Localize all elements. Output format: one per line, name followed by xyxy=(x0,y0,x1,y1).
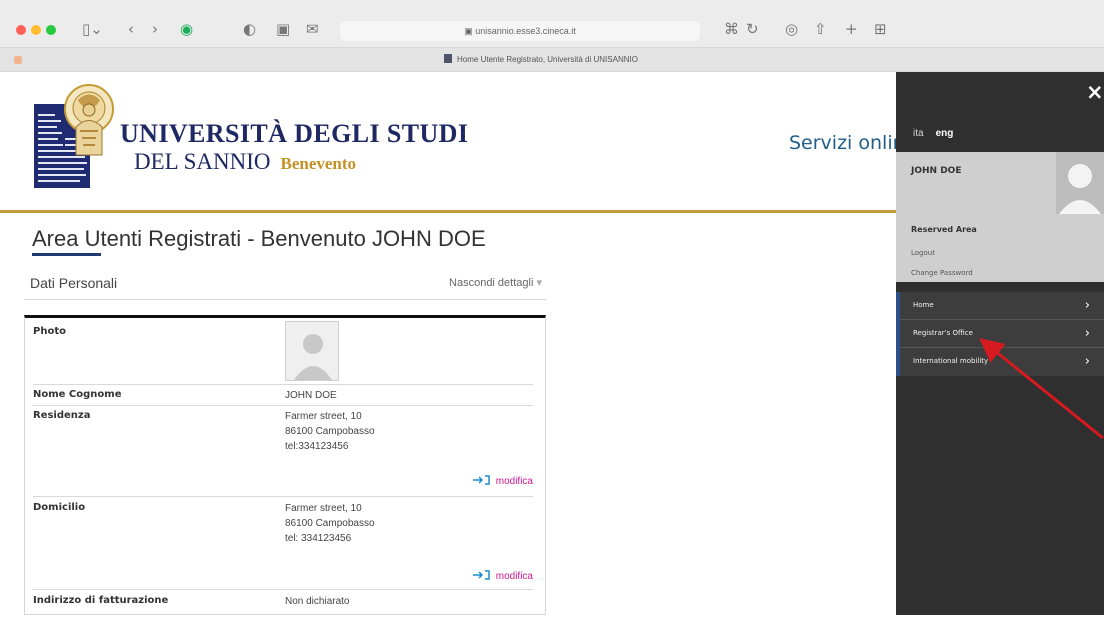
row-label: Residenza xyxy=(33,410,91,421)
logout-link[interactable]: Logout xyxy=(911,249,935,257)
tab-title: Home Utente Registrato, Università di UN… xyxy=(457,55,638,64)
shield-icon[interactable]: ◐ xyxy=(243,20,256,38)
maximize-window-button[interactable] xyxy=(46,25,56,35)
lock-icon: ▣ xyxy=(464,26,476,36)
university-name-line1: UNIVERSITÀ DEGLI STUDI xyxy=(120,119,469,148)
sidebar-icon[interactable]: ▯⌄ xyxy=(82,20,103,38)
row-value: Farmer street, 10 86100 Campobasso tel:3… xyxy=(285,411,375,452)
language-ita[interactable]: ita xyxy=(913,128,924,139)
browser-window-chrome: ▯⌄ ‹ › ◉ ◐ ▣ ✉ ▣ unisannio.esse3.cineca.… xyxy=(0,0,1104,72)
share-icon[interactable]: ⇧ xyxy=(814,20,827,38)
minimize-window-button[interactable] xyxy=(31,25,41,35)
site-favicon-icon xyxy=(444,54,452,63)
user-name: JOHN DOE xyxy=(911,166,962,176)
table-row-domicile: Domicilio Farmer street, 10 86100 Campob… xyxy=(33,497,533,590)
browser-toolbar: ▯⌄ ‹ › ◉ ◐ ▣ ✉ ▣ unisannio.esse3.cineca.… xyxy=(0,8,1104,42)
row-label: Photo xyxy=(33,326,66,337)
tab-bar: Home Utente Registrato, Università di UN… xyxy=(0,47,1104,71)
row-label: Indirizzo di fatturazione xyxy=(33,595,169,606)
back-icon[interactable]: ‹ xyxy=(128,20,134,38)
table-row-billing-address: Indirizzo di fatturazione Non dichiarato xyxy=(33,590,533,618)
personal-data-title: Dati Personali xyxy=(30,275,118,291)
address-bar[interactable]: ▣ unisannio.esse3.cineca.it xyxy=(340,21,700,41)
personal-data-panel: Photo Nome Cognome JOHN DOE Residenza Fa… xyxy=(24,315,546,615)
edit-domicile-link[interactable]: modifica xyxy=(472,570,533,582)
edit-arrow-icon xyxy=(472,570,490,580)
user-avatar xyxy=(1056,152,1104,214)
university-name-line2: DEL SANNIO Benevento xyxy=(134,149,357,174)
edit-residence-link[interactable]: modifica xyxy=(472,475,533,487)
user-avatar-icon xyxy=(294,334,332,380)
table-row-residence: Residenza Farmer street, 10 86100 Campob… xyxy=(33,406,533,497)
chevron-right-icon: › xyxy=(1084,298,1090,313)
url-text: unisannio.esse3.cineca.it xyxy=(475,26,576,36)
language-eng[interactable]: eng xyxy=(936,128,954,139)
mail-icon[interactable]: ✉ xyxy=(306,20,319,38)
hide-details-toggle[interactable]: Nascondi dettagli ▾ xyxy=(449,276,542,289)
university-seal-icon xyxy=(34,84,114,188)
university-city: Benevento xyxy=(280,154,357,173)
active-tab[interactable]: Home Utente Registrato, Università di UN… xyxy=(444,54,638,64)
reserved-area-link[interactable]: Reserved Area xyxy=(911,225,977,234)
forward-icon[interactable]: › xyxy=(152,20,158,38)
row-label: Nome Cognome xyxy=(33,389,122,400)
new-tab-icon[interactable]: + xyxy=(845,20,858,38)
close-window-button[interactable] xyxy=(16,25,26,35)
table-row-photo: Photo xyxy=(33,318,533,385)
edit-arrow-icon xyxy=(472,475,490,485)
page-title-underline xyxy=(32,253,101,256)
extension-icon[interactable] xyxy=(14,56,22,64)
print-icon[interactable]: ▣ xyxy=(276,20,290,38)
translate-icon[interactable]: ⌘ xyxy=(724,20,739,38)
user-info-panel: JOHN DOE Reserved Area Logout Change Pas… xyxy=(896,152,1104,282)
row-value: JOHN DOE xyxy=(285,390,337,401)
page-title: Area Utenti Registrati - Benvenuto JOHN … xyxy=(32,226,486,251)
chevron-down-icon: ▾ xyxy=(536,277,542,289)
language-switcher: ita eng xyxy=(913,128,953,139)
table-row-name: Nome Cognome JOHN DOE xyxy=(33,385,533,406)
online-services-link[interactable]: Servizi onlin xyxy=(789,132,905,154)
personal-data-header: Dati Personali Nascondi dettagli ▾ xyxy=(24,265,546,300)
row-value: Farmer street, 10 86100 Campobasso tel: … xyxy=(285,503,375,544)
change-password-link[interactable]: Change Password xyxy=(911,269,973,277)
menu-item-home[interactable]: Home › xyxy=(900,292,1104,320)
close-menu-button[interactable]: × xyxy=(1086,80,1104,104)
tabs-overview-icon[interactable]: ⊞ xyxy=(874,20,887,38)
reload-icon[interactable]: ↻ xyxy=(746,20,759,38)
grammarly-icon[interactable]: ◉ xyxy=(180,20,193,38)
row-value: Non dichiarato xyxy=(285,596,350,607)
row-label: Domicilio xyxy=(33,502,86,513)
user-avatar-icon xyxy=(1059,164,1101,214)
university-logo[interactable]: UNIVERSITÀ DEGLI STUDI DEL SANNIO Beneven… xyxy=(31,83,468,193)
header-divider xyxy=(0,210,896,213)
annotation-arrow-icon xyxy=(979,338,1104,440)
profile-photo xyxy=(285,321,339,381)
download-icon[interactable]: ◎ xyxy=(785,20,798,38)
